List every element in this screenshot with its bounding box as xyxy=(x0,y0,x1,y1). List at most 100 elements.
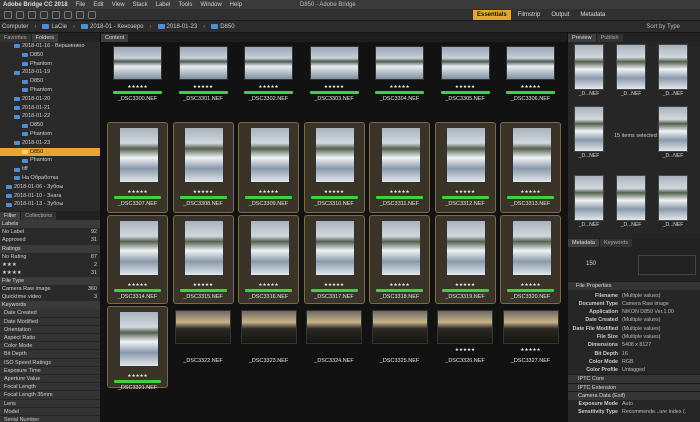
filter-category[interactable]: Date Created xyxy=(0,309,100,318)
metadata-value[interactable]: (Multiple values) xyxy=(622,333,661,341)
metadata-value[interactable]: (Multiple values) xyxy=(622,316,661,324)
thumbnail-cell[interactable]: ★★★★★ _DSC3309.NEF xyxy=(238,122,299,213)
folder-tree-item[interactable]: D850 xyxy=(0,77,100,86)
thumbnail-cell[interactable]: ★★★★★ _DSC3313.NEF xyxy=(500,122,561,213)
thumbnail-cell[interactable]: ★★★★★ _DSC3301.NEF xyxy=(173,44,234,119)
filter-item[interactable]: ★★★ 2 xyxy=(0,261,100,269)
filter-item[interactable]: Approved 31 xyxy=(0,236,100,244)
rating-stars[interactable]: ★★★★★ xyxy=(455,347,475,352)
folder-tree-item[interactable]: 2018-01-06 - Зубоы xyxy=(0,183,100,192)
rating-stars[interactable]: ★★★★★ xyxy=(258,84,278,89)
sort-dropdown[interactable]: Sort by Type xyxy=(646,24,680,30)
preview-thumbnail[interactable] xyxy=(658,106,688,152)
filter-group-header[interactable]: File Type xyxy=(0,277,100,286)
thumbnail-cell[interactable]: _DSC3322.NEF xyxy=(173,308,234,388)
rating-stars[interactable]: ★★★★★ xyxy=(258,189,278,194)
crumb-lacie[interactable]: LaCie xyxy=(42,24,67,30)
folder-tree-item[interactable]: Phantom xyxy=(0,86,100,95)
thumbnail-cell[interactable]: _DSC3324.NEF xyxy=(304,308,365,388)
rating-stars[interactable]: ★★★★★ xyxy=(520,347,540,352)
camera-download-icon[interactable] xyxy=(40,10,48,19)
tab-keywords[interactable]: Keywords xyxy=(599,239,633,247)
thumbnail-cell[interactable]: ★★★★★ _DSC3316.NEF xyxy=(238,215,299,304)
rating-stars[interactable]: ★★★★★ xyxy=(258,282,278,287)
metadata-value[interactable]: Recommende...ure Index (. xyxy=(622,408,686,416)
folder-tree-item[interactable]: Phantom xyxy=(0,60,100,69)
folder-tree-item[interactable]: 2018-01-13 - Зубоы xyxy=(0,200,100,209)
folder-tree-item[interactable]: 2018-01-16 - Вершинино xyxy=(0,42,100,51)
rating-stars[interactable]: ★★★★★ xyxy=(455,189,475,194)
metadata-value[interactable]: Untagged xyxy=(622,366,645,374)
folder-tree-item[interactable]: 2018-01-20 xyxy=(0,95,100,104)
thumbnail-cell[interactable]: ★★★★★ _DSC3320.NEF xyxy=(500,215,561,304)
filter-category[interactable]: Bit Depth xyxy=(0,350,100,359)
rating-stars[interactable]: ★★★★★ xyxy=(520,189,540,194)
rating-stars[interactable]: ★★★★★ xyxy=(324,189,344,194)
thumbnail-cell[interactable]: ★★★★★ _DSC3319.NEF xyxy=(434,215,496,304)
folder-tree-item[interactable]: tiff xyxy=(0,165,100,174)
rating-stars[interactable]: ★★★★★ xyxy=(324,282,344,287)
rating-stars[interactable]: ★★★★★ xyxy=(127,189,147,194)
metadata-value[interactable]: NIKON D850 Ver.1.00 xyxy=(622,308,674,316)
recent-folder-icon[interactable] xyxy=(28,10,36,19)
folder-tree-item[interactable]: D850 xyxy=(0,51,100,60)
folder-tree-item[interactable]: 2018-01-10 - Знага xyxy=(0,192,100,201)
thumbnail-cell[interactable]: ★★★★★ _DSC3305.NEF xyxy=(435,44,496,119)
workspace-metadata[interactable]: Metadata xyxy=(576,10,609,20)
rating-stars[interactable]: ★★★★★ xyxy=(127,84,147,89)
thumbnail-cell[interactable]: ★★★★★ _DSC3326.NEF xyxy=(435,308,496,388)
crumb-date[interactable]: 2018-01-23 xyxy=(157,24,197,30)
thumbnail-cell[interactable]: ★★★★★ _DSC3300.NEF xyxy=(107,44,168,119)
metadata-value[interactable]: 16 xyxy=(622,350,628,358)
filter-group-header[interactable]: Keywords xyxy=(0,301,100,310)
forward-icon[interactable] xyxy=(16,10,24,19)
rating-stars[interactable]: ★★★★★ xyxy=(389,84,409,89)
preview-thumbnail[interactable] xyxy=(574,106,604,152)
thumbnail-cell[interactable]: ★★★★★ _DSC3317.NEF xyxy=(303,215,365,304)
filter-group-header[interactable]: Ratings xyxy=(0,244,100,253)
folder-tree-item[interactable]: 2018-01-22 xyxy=(0,112,100,121)
menu-stack[interactable]: Stack xyxy=(133,2,148,8)
folder-tree-item[interactable]: 2018-01-19 xyxy=(0,68,100,77)
rating-stars[interactable]: ★★★★★ xyxy=(389,189,409,194)
filter-item[interactable]: No Rating 87 xyxy=(0,253,100,261)
tab-content[interactable]: Content xyxy=(101,34,129,42)
menu-help[interactable]: Help xyxy=(230,2,242,8)
crumb-kenozero[interactable]: 2018-01 - Кенозеро xyxy=(81,24,144,30)
preview-thumbnail[interactable] xyxy=(658,175,688,221)
folder-tree-item[interactable]: Phantom xyxy=(0,130,100,139)
menu-label[interactable]: Label xyxy=(156,2,171,8)
thumbnail-cell[interactable]: ★★★★★ _DSC3310.NEF xyxy=(303,122,365,213)
filter-category[interactable]: Serial Number xyxy=(0,415,100,422)
filter-category[interactable]: ISO Speed Ratings xyxy=(0,358,100,367)
preview-thumbnail[interactable] xyxy=(574,175,604,221)
filter-category[interactable]: Focal Length xyxy=(0,383,100,392)
tab-metadata[interactable]: Metadata xyxy=(568,239,599,247)
thumbnail-cell[interactable]: ★★★★★ _DSC3311.NEF xyxy=(369,122,430,213)
preview-thumbnail[interactable] xyxy=(574,44,604,90)
filter-category[interactable]: Lens xyxy=(0,399,100,408)
tab-collections[interactable]: Collections xyxy=(21,212,57,221)
thumbnail-cell[interactable]: _DSC3323.NEF xyxy=(238,308,299,388)
thumbnail-cell[interactable]: ★★★★★ _DSC3321.NEF xyxy=(107,306,168,391)
thumbnail-cell[interactable]: ★★★★★ _DSC3318.NEF xyxy=(369,215,430,304)
rating-stars[interactable]: ★★★★★ xyxy=(389,282,409,287)
thumbnail-cell[interactable]: _DSC3325.NEF xyxy=(369,308,430,388)
tab-publish[interactable]: Publish xyxy=(596,34,623,42)
filter-category[interactable]: Orientation xyxy=(0,325,100,335)
rotate-left-icon[interactable] xyxy=(76,10,84,19)
metadata-section-header[interactable]: Camera Data (Exif) xyxy=(568,391,700,400)
rating-stars[interactable]: ★★★★★ xyxy=(127,282,147,287)
workspace-output[interactable]: Output xyxy=(547,10,573,20)
crumb-computer[interactable]: Computer xyxy=(2,24,28,30)
rating-stars[interactable]: ★★★★★ xyxy=(455,84,475,89)
thumbnail-cell[interactable]: ★★★★★ _DSC3314.NEF xyxy=(107,215,168,304)
file-properties-header[interactable]: File Properties xyxy=(568,281,700,290)
filter-item[interactable]: Quicktime video 3 xyxy=(0,293,100,301)
thumbnail-cell[interactable]: ★★★★★ _DSC3304.NEF xyxy=(369,44,430,119)
tab-preview[interactable]: Preview xyxy=(568,34,596,42)
folder-tree-item[interactable]: D850 xyxy=(0,147,100,157)
thumbnail-cell[interactable]: ★★★★★ _DSC3327.NEF xyxy=(500,308,561,388)
metadata-value[interactable]: (Multiple values) xyxy=(622,292,661,300)
rating-stars[interactable]: ★★★★★ xyxy=(520,84,540,89)
